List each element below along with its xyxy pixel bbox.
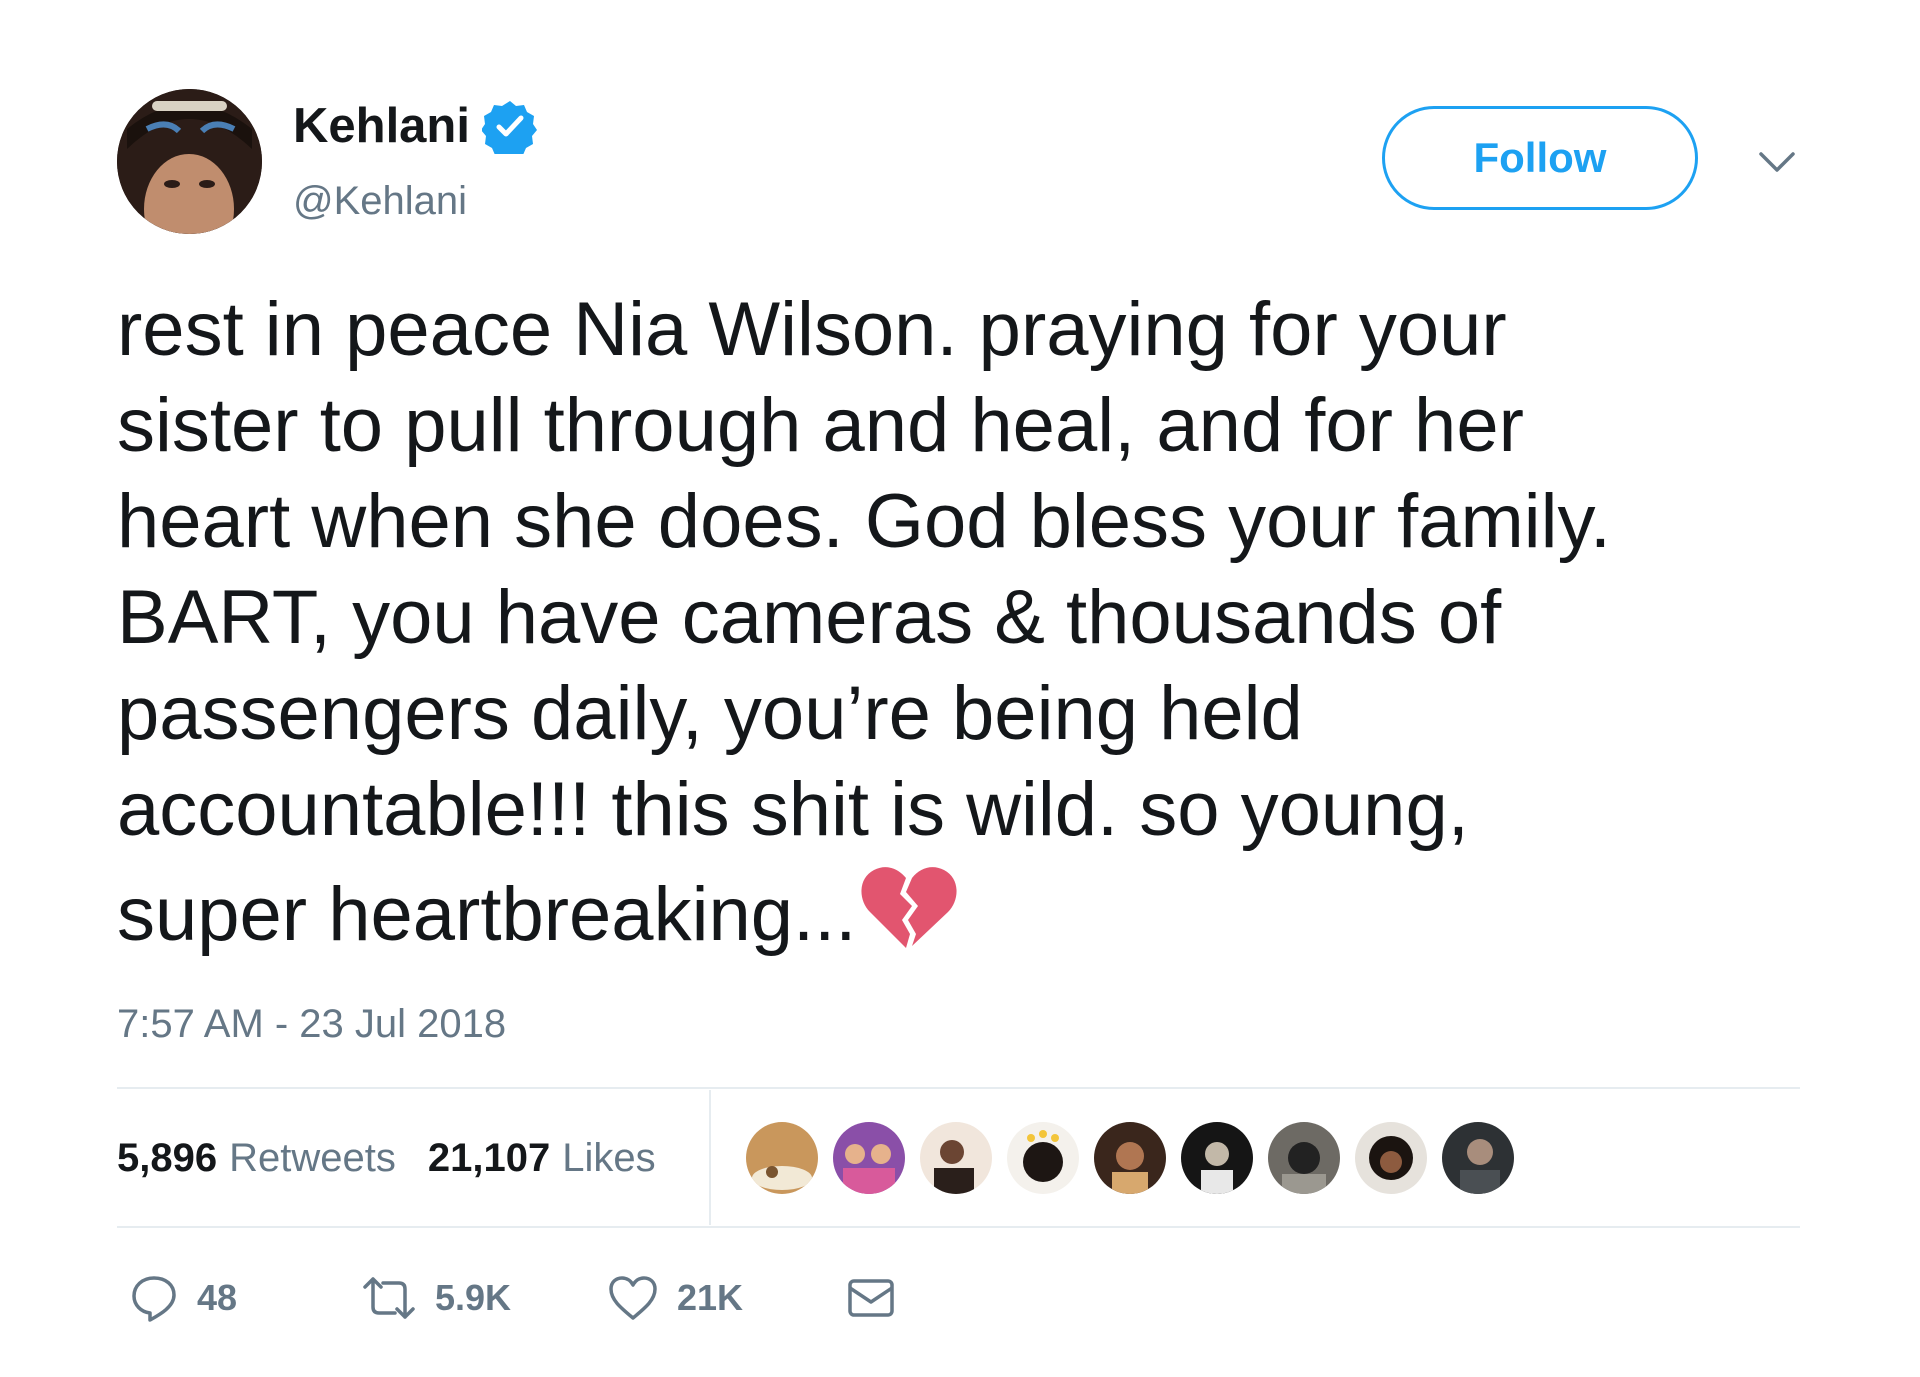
liker-avatar[interactable]	[1355, 1122, 1427, 1194]
retweets-count: 5,896	[117, 1136, 218, 1180]
divider	[117, 1226, 1800, 1228]
reply-button[interactable]: 48	[129, 1268, 237, 1328]
retweet-button[interactable]: 5.9K	[361, 1268, 511, 1328]
reply-icon	[132, 1276, 176, 1322]
retweets-stat[interactable]: 5,896 Retweets	[117, 1130, 396, 1186]
broken-heart-icon	[861, 867, 957, 948]
liker-avatar[interactable]	[920, 1122, 992, 1194]
like-button[interactable]: 21K	[607, 1268, 743, 1328]
tweet-line: BART, you have cameras & thousands of	[117, 575, 1502, 660]
tweet-line: accountable!!! this shit is wild. so you…	[117, 767, 1469, 852]
like-count: 21K	[677, 1277, 744, 1318]
name-row[interactable]: Kehlani	[293, 98, 538, 154]
heart-icon	[609, 1276, 657, 1320]
tweet-line-text: super heartbreaking...	[117, 872, 857, 957]
liker-avatar[interactable]	[746, 1122, 818, 1194]
timestamp[interactable]: 7:57 AM - 23 Jul 2018	[117, 1000, 506, 1048]
display-name[interactable]: Kehlani	[293, 98, 470, 154]
liker-avatar[interactable]	[1181, 1122, 1253, 1194]
retweet-count: 5.9K	[435, 1277, 512, 1318]
stats-separator	[709, 1090, 711, 1225]
tweet-line: heart when she does. God bless your fami…	[117, 479, 1612, 564]
follow-button[interactable]: Follow	[1382, 106, 1698, 210]
avatar[interactable]	[117, 89, 262, 234]
tweet-line: rest in peace Nia Wilson. praying for yo…	[117, 287, 1507, 372]
handle[interactable]: @Kehlani	[293, 178, 467, 224]
tweet-stats: 5,896 Retweets 21,107 Likes	[117, 1130, 656, 1186]
retweet-icon	[363, 1277, 415, 1319]
liker-avatar[interactable]	[1268, 1122, 1340, 1194]
verified-icon	[481, 101, 537, 154]
tweet-line-last: super heartbreaking...	[117, 858, 1817, 963]
tweet-line: passengers daily, you’re being held	[117, 671, 1303, 756]
tweet-card: Kehlani @Kehlani Follow rest in peace Ni…	[0, 0, 1920, 1377]
tweet-text: rest in peace Nia Wilson. praying for yo…	[117, 282, 1817, 963]
likes-stat[interactable]: 21,107 Likes	[428, 1130, 656, 1186]
retweets-label: Retweets	[229, 1136, 396, 1180]
liker-avatar[interactable]	[1094, 1122, 1166, 1194]
liker-avatars	[746, 1122, 1514, 1194]
likes-count: 21,107	[427, 1136, 551, 1180]
liker-avatar[interactable]	[833, 1122, 905, 1194]
liker-avatar[interactable]	[1007, 1122, 1079, 1194]
tweet-line: sister to pull through and heal, and for…	[117, 383, 1524, 468]
chevron-down-icon[interactable]	[1755, 140, 1799, 184]
direct-message-button[interactable]	[847, 1268, 895, 1328]
mail-icon	[848, 1279, 894, 1317]
likes-label: Likes	[562, 1136, 656, 1180]
liker-avatar[interactable]	[1442, 1122, 1514, 1194]
reply-count: 48	[197, 1277, 238, 1318]
divider	[117, 1087, 1800, 1089]
